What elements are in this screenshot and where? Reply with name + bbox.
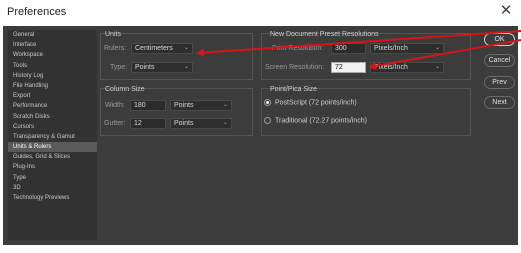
annotation-arrows — [196, 30, 521, 70]
arrow-to-screen-resolution — [368, 39, 521, 70]
arrow-to-rulers — [196, 30, 521, 57]
